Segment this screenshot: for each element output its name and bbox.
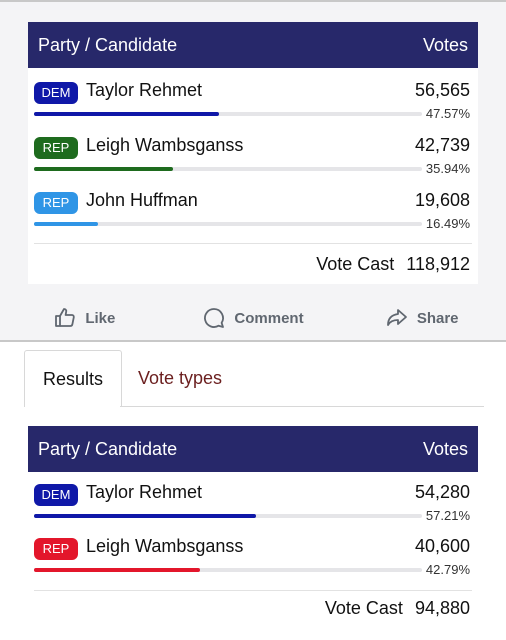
vote-total-label: Vote Cast xyxy=(316,254,395,274)
header-votes: Votes xyxy=(422,438,468,459)
party-badge: DEM xyxy=(34,484,78,506)
vote-share-fill xyxy=(34,167,174,171)
vote-count: 54,280 xyxy=(414,482,470,502)
vote-count: 40,600 xyxy=(414,536,470,556)
candidate-name: John Huffman xyxy=(86,190,198,210)
vote-count: 42,739 xyxy=(414,135,470,155)
candidate-row: REP Leigh Wambsganss 40,600 42.79% xyxy=(28,532,478,578)
tab-vote-types[interactable]: Vote types xyxy=(138,368,222,389)
vote-percent: 42.79% xyxy=(425,562,470,577)
candidate-name: Leigh Wambsganss xyxy=(86,536,244,556)
candidate-row: DEM Taylor Rehmet 54,280 57.21% xyxy=(28,478,478,524)
candidate-name: Taylor Rehmet xyxy=(86,482,203,502)
comment-icon xyxy=(204,308,225,328)
results-tabs: Results Vote types xyxy=(24,350,484,408)
candidate-row: DEM Taylor Rehmet 56,565 47.57% xyxy=(28,76,478,122)
post-actions: Like Comment Share xyxy=(0,300,506,336)
vote-percent: 16.49% xyxy=(425,216,470,231)
vote-total-value: 118,912 xyxy=(406,254,470,274)
candidate-name: Taylor Rehmet xyxy=(86,80,203,100)
candidate-name: Leigh Wambsganss xyxy=(86,135,244,155)
header-party-candidate: Party / Candidate xyxy=(38,34,178,55)
vote-total: Vote Cast 118,912 xyxy=(316,254,470,275)
share-button[interactable]: Share xyxy=(337,300,506,336)
vote-share-bar xyxy=(34,167,422,171)
share-label: Share xyxy=(416,309,459,327)
vote-total: Vote Cast 94,880 xyxy=(325,598,470,619)
candidate-row: REP John Huffman 19,608 16.49% xyxy=(28,186,478,232)
tab-results[interactable]: Results xyxy=(24,350,122,407)
header-party-candidate: Party / Candidate xyxy=(38,438,178,459)
like-label: Like xyxy=(85,309,116,327)
vote-share-bar xyxy=(34,514,422,518)
total-separator xyxy=(34,243,472,244)
results-table: Party / Candidate Votes DEM Taylor Rehme… xyxy=(28,22,478,284)
candidate-row: REP Leigh Wambsganss 42,739 35.94% xyxy=(28,131,478,177)
vote-total-label: Vote Cast xyxy=(324,598,403,618)
vote-percent: 57.21% xyxy=(425,508,470,523)
vote-share-bar xyxy=(34,568,422,572)
total-separator xyxy=(34,590,472,591)
vote-share-fill xyxy=(34,514,256,518)
table-header: Party / Candidate Votes xyxy=(28,426,478,472)
party-badge: REP xyxy=(34,192,78,214)
vote-percent: 35.94% xyxy=(425,161,470,176)
vote-count: 56,565 xyxy=(414,80,470,100)
table-header: Party / Candidate Votes xyxy=(28,22,478,68)
like-button[interactable]: Like xyxy=(0,300,169,336)
comment-label: Comment xyxy=(234,309,304,327)
post-divider xyxy=(0,340,506,342)
party-badge: DEM xyxy=(34,82,78,104)
comment-button[interactable]: Comment xyxy=(169,300,338,336)
share-icon xyxy=(386,309,407,326)
vote-count: 19,608 xyxy=(414,190,470,210)
thumbs-up-icon xyxy=(55,308,76,327)
party-badge: REP xyxy=(34,538,78,560)
vote-percent: 47.57% xyxy=(425,106,470,121)
header-votes: Votes xyxy=(422,34,468,55)
vote-share-bar xyxy=(34,222,422,226)
vote-share-fill xyxy=(34,222,98,226)
party-badge: REP xyxy=(34,137,78,159)
vote-total-value: 94,880 xyxy=(414,598,470,618)
results-table-2: Party / Candidate Votes DEM Taylor Rehme… xyxy=(28,426,478,632)
tabs-underline xyxy=(120,406,484,407)
vote-share-bar xyxy=(34,112,422,116)
vote-share-fill xyxy=(34,112,219,116)
vote-share-fill xyxy=(34,568,201,572)
